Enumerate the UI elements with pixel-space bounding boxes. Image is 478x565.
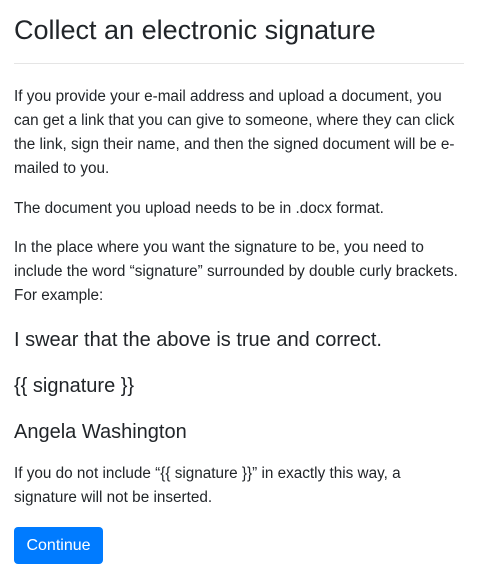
warning-paragraph: If you do not include “{{ signature }}” … (14, 465, 401, 506)
example-line-2: {{ signature }} (14, 375, 135, 397)
example-line-1: I swear that the above is true and corre… (14, 329, 382, 351)
example-line-3: Angela Washington (14, 421, 187, 443)
divider (14, 63, 464, 64)
page-title: Collect an electronic signature (14, 15, 376, 45)
format-paragraph: The document you upload needs to be in .… (14, 200, 384, 217)
continue-button[interactable]: Continue (14, 527, 103, 564)
intro-paragraph: If you provide your e-mail address and u… (14, 88, 455, 177)
instruction-paragraph: In the place where you want the signatur… (14, 239, 458, 304)
